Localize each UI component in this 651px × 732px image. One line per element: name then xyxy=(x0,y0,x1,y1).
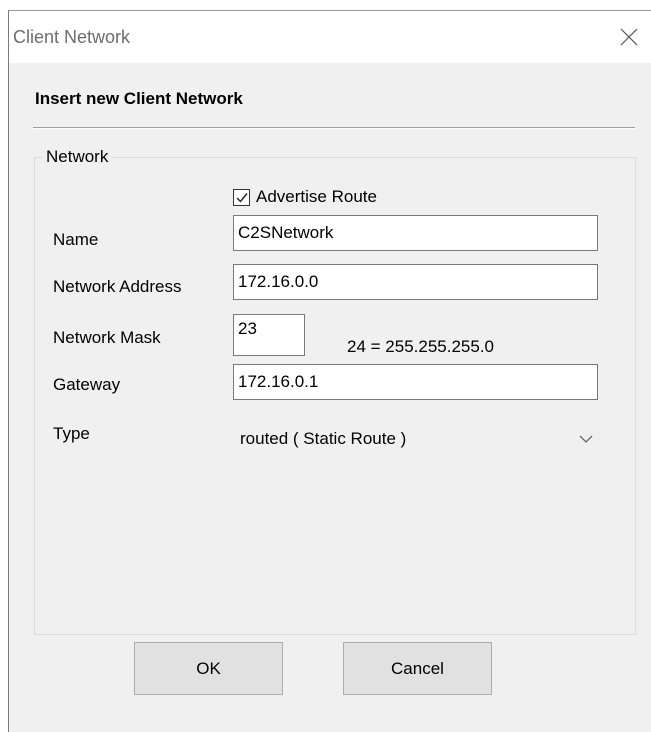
heading-divider xyxy=(33,127,635,129)
gateway-label: Gateway xyxy=(53,375,121,394)
gateway-field[interactable] xyxy=(233,364,598,400)
name-label: Name xyxy=(53,230,99,249)
close-button[interactable] xyxy=(606,11,651,63)
name-field[interactable] xyxy=(233,215,598,251)
network-mask-field[interactable] xyxy=(233,314,305,356)
network-address-field[interactable] xyxy=(233,264,598,300)
checkbox-box[interactable] xyxy=(233,188,250,206)
network-mask-label: Network Mask xyxy=(53,328,161,347)
cancel-button[interactable]: Cancel xyxy=(343,642,492,695)
title-bar: Client Network xyxy=(9,11,651,63)
network-address-label: Network Address xyxy=(53,277,182,296)
dialog-window: Client Network Insert new Client Network… xyxy=(8,10,651,732)
ok-button[interactable]: OK xyxy=(134,642,283,695)
window-title: Client Network xyxy=(13,27,131,47)
type-dropdown[interactable]: routed ( Static Route ) xyxy=(233,423,599,455)
type-selected-value: routed ( Static Route ) xyxy=(240,429,407,448)
network-mask-hint: 24 = 255.255.255.0 xyxy=(347,337,494,356)
advertise-route-checkbox[interactable]: Advertise Route xyxy=(233,186,377,208)
dialog-heading: Insert new Client Network xyxy=(35,89,243,108)
network-group-legend: Network xyxy=(43,147,112,167)
close-icon xyxy=(620,28,638,46)
dropdown-button[interactable] xyxy=(573,423,599,455)
checkmark-icon xyxy=(236,192,248,203)
chevron-down-icon xyxy=(579,435,593,443)
advertise-route-label: Advertise Route xyxy=(256,187,377,206)
type-label: Type xyxy=(53,424,90,443)
